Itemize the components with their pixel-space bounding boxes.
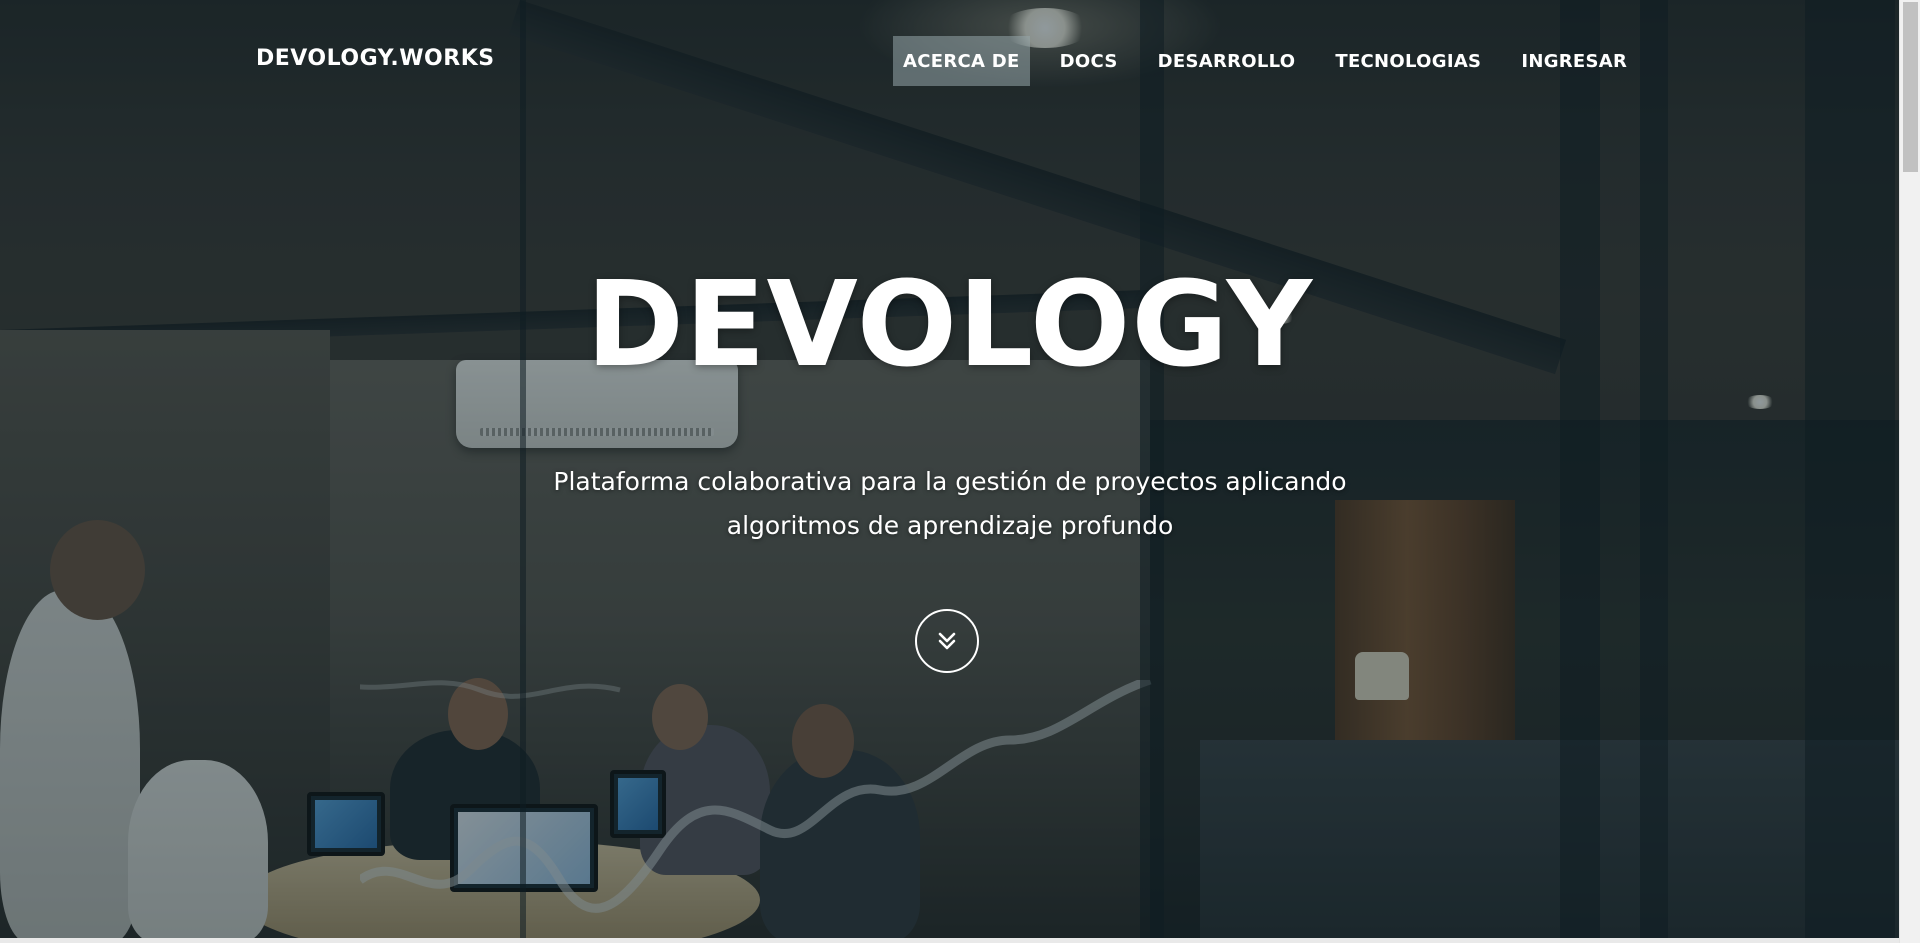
nav-item-tecnologias[interactable]: TECNOLOGIAS — [1325, 36, 1491, 86]
nav-item-docs[interactable]: DOCS — [1050, 36, 1128, 86]
chevron-double-down-icon — [938, 632, 956, 650]
horizontal-edge — [0, 938, 1899, 943]
vertical-scrollbar[interactable] — [1899, 0, 1920, 943]
hero-title: DEVOLOGY — [585, 255, 1314, 393]
page-viewport: DEVOLOGY.WORKS ACERCA DE DOCS DESARROLLO… — [0, 0, 1899, 943]
nav-item-desarrollo[interactable]: DESARROLLO — [1148, 36, 1306, 86]
scroll-down-button[interactable] — [915, 609, 979, 673]
scrollbar-thumb[interactable] — [1903, 2, 1918, 172]
hero-subtitle: Plataforma colaborativa para la gestión … — [553, 467, 1347, 540]
nav-menu: ACERCA DE DOCS DESARROLLO TECNOLOGIAS IN… — [893, 36, 1657, 86]
top-navbar: DEVOLOGY.WORKS ACERCA DE DOCS DESARROLLO… — [0, 0, 1899, 120]
brand-logo-link[interactable]: DEVOLOGY.WORKS — [256, 46, 495, 71]
nav-item-ingresar[interactable]: INGRESAR — [1511, 36, 1637, 86]
hero-section: DEVOLOGY Plataforma colaborativa para la… — [0, 0, 1899, 943]
nav-item-acerca-de[interactable]: ACERCA DE — [893, 36, 1030, 86]
